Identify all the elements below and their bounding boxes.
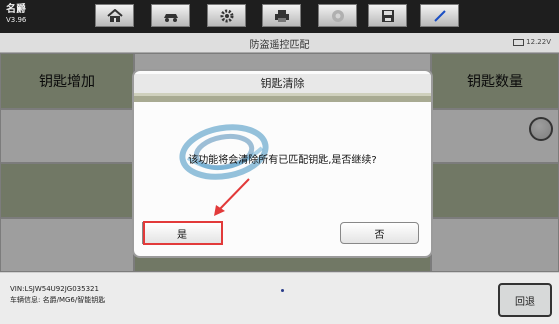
- vehicle-text: 车辆信息: 名爵/MG6/智能钥匙: [10, 296, 106, 304]
- vin-text: VIN:LSJW54U92JG035321: [10, 285, 99, 293]
- battery-icon: [513, 38, 525, 46]
- save-button[interactable]: [368, 4, 407, 27]
- home-button[interactable]: [95, 4, 134, 27]
- help-button[interactable]: [318, 4, 357, 27]
- dialog-divider: [134, 96, 431, 102]
- dialog-title: 钥匙清除: [134, 74, 431, 96]
- app-name: 名爵: [6, 4, 26, 15]
- top-toolbar: 名爵 V3.96: [0, 0, 559, 33]
- car-icon: [163, 13, 178, 22]
- page-title-bar: 防盗遥控匹配 12.22V: [0, 33, 559, 53]
- help-icon: [331, 9, 344, 22]
- back-button[interactable]: 回退: [498, 283, 552, 317]
- page-indicator: [281, 289, 284, 292]
- app-brand: 名爵 V3.96: [6, 4, 26, 26]
- pen-icon: [433, 9, 446, 22]
- printer-icon: [274, 9, 289, 22]
- save-icon: [381, 9, 394, 22]
- vehicle-info: VIN:LSJW54U92JG035321 车辆信息: 名爵/MG6/智能钥匙: [10, 284, 105, 306]
- car-button[interactable]: [151, 4, 190, 27]
- app-version: V3.96: [6, 16, 27, 24]
- pen-button[interactable]: [420, 4, 459, 27]
- dialog-message: 该功能将会清除所有已匹配钥匙,是否继续?: [188, 155, 377, 166]
- page-title: 防盗遥控匹配: [249, 40, 310, 51]
- no-button[interactable]: 否: [340, 222, 419, 244]
- home-icon: [106, 8, 123, 22]
- battery-status: 12.22V: [513, 38, 551, 46]
- print-button[interactable]: [262, 4, 301, 27]
- yes-button-highlight: [143, 221, 223, 245]
- settings-button[interactable]: [207, 4, 246, 27]
- annotation-arrow-icon: [214, 178, 250, 216]
- gear-icon: [220, 9, 233, 22]
- battery-voltage: 12.22V: [526, 38, 551, 46]
